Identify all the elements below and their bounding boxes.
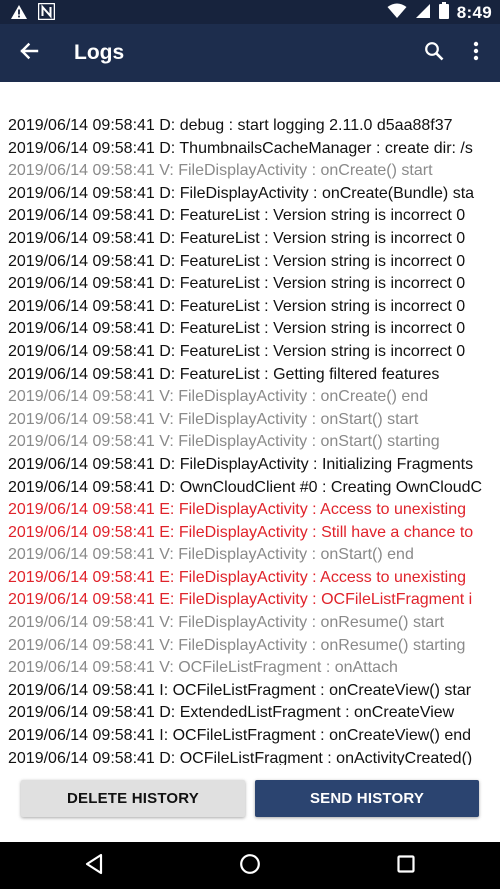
log-line: 2019/06/14 09:58:41 V: FileDisplayActivi… — [8, 546, 414, 564]
log-line: 2019/06/14 09:58:41 D: FileDisplayActivi… — [8, 455, 474, 473]
log-line: 2019/06/14 09:58:41 E: FileDisplayActivi… — [8, 591, 473, 609]
log-line: 2019/06/14 09:58:41 V: FileDisplayActivi… — [8, 388, 429, 406]
wifi-icon — [387, 3, 407, 24]
log-line: 2019/06/14 09:58:41 D: ExtendedListFragm… — [8, 704, 455, 722]
log-line: 2019/06/14 09:58:41 E: FileDisplayActivi… — [8, 523, 474, 541]
n-notification-icon — [37, 2, 56, 25]
send-history-button[interactable]: SEND HISTORY — [255, 780, 479, 817]
log-line: 2019/06/14 09:58:41 D: OCFileListFragmen… — [8, 749, 473, 765]
log-line: 2019/06/14 09:58:41 I: OCFileListFragmen… — [8, 727, 472, 745]
nav-back-icon — [84, 853, 104, 880]
app-bar: Logs — [0, 24, 500, 82]
status-time: 8:49 — [456, 3, 492, 22]
nav-home-button[interactable] — [234, 850, 266, 882]
log-line: 2019/06/14 09:58:41 D: OwnCloudClient #0… — [8, 478, 483, 496]
nav-back-button[interactable] — [78, 850, 110, 882]
battery-icon — [438, 2, 449, 24]
log-line: 2019/06/14 09:58:41 E: FileDisplayActivi… — [8, 568, 467, 586]
log-line: 2019/06/14 09:58:41 V: FileDisplayActivi… — [8, 433, 440, 451]
more-options-button[interactable] — [464, 38, 488, 68]
log-list: 2019/06/14 09:58:41 D: debug : start log… — [8, 115, 500, 765]
log-line: 2019/06/14 09:58:41 D: FeatureList : Ver… — [8, 275, 466, 293]
warning-icon — [10, 4, 28, 25]
log-line: 2019/06/14 09:58:41 D: FeatureList : Ver… — [8, 229, 466, 247]
log-line: 2019/06/14 09:58:41 D: FeatureList : Ver… — [8, 297, 466, 315]
search-icon — [424, 41, 444, 66]
log-line: 2019/06/14 09:58:41 I: OCFileListFragmen… — [8, 681, 472, 699]
nav-home-icon — [239, 853, 261, 880]
log-line: 2019/06/14 09:58:41 V: FileDisplayActivi… — [8, 614, 445, 632]
button-bar: DELETE HISTORY SEND HISTORY — [0, 765, 500, 842]
log-line: 2019/06/14 09:58:41 V: FileDisplayActivi… — [8, 162, 433, 180]
search-button[interactable] — [418, 38, 450, 68]
signal-icon — [415, 3, 431, 24]
log-scroll-area[interactable]: 2019/06/14 09:58:41 D: debug : start log… — [0, 82, 500, 765]
page-title: Logs — [74, 41, 125, 64]
more-vert-icon — [473, 41, 479, 66]
log-line: 2019/06/14 09:58:41 D: ThumbnailsCacheMa… — [8, 139, 473, 157]
log-line: 2019/06/14 09:58:41 V: OCFileListFragmen… — [8, 659, 398, 677]
log-line: 2019/06/14 09:58:41 V: FileDisplayActivi… — [8, 410, 419, 428]
log-line: 2019/06/14 09:58:41 D: FeatureList : Ver… — [8, 320, 466, 338]
log-line: 2019/06/14 09:58:41 D: FileDisplayActivi… — [8, 184, 475, 202]
status-system: 8:49 — [387, 2, 492, 24]
log-line: 2019/06/14 09:58:41 D: FeatureList : Ver… — [8, 207, 466, 225]
log-line: 2019/06/14 09:58:41 D: FeatureList : Get… — [8, 365, 440, 383]
back-button[interactable] — [12, 38, 46, 68]
nav-recents-icon — [396, 854, 416, 879]
navigation-bar — [0, 842, 500, 889]
delete-history-button[interactable]: DELETE HISTORY — [21, 780, 245, 817]
log-line: 2019/06/14 09:58:41 D: debug : start log… — [8, 117, 453, 134]
log-line: 2019/06/14 09:58:41 E: FileDisplayActivi… — [8, 501, 467, 519]
log-line: 2019/06/14 09:58:41 V: FileDisplayActivi… — [8, 636, 466, 654]
log-line: 2019/06/14 09:58:41 D: FeatureList : Ver… — [8, 342, 466, 360]
log-line: 2019/06/14 09:58:41 D: FeatureList : Ver… — [8, 252, 466, 270]
back-arrow-icon — [19, 41, 39, 66]
nav-recents-button[interactable] — [390, 850, 422, 882]
status-bar: 8:49 — [0, 0, 500, 24]
status-notifications — [10, 2, 56, 25]
